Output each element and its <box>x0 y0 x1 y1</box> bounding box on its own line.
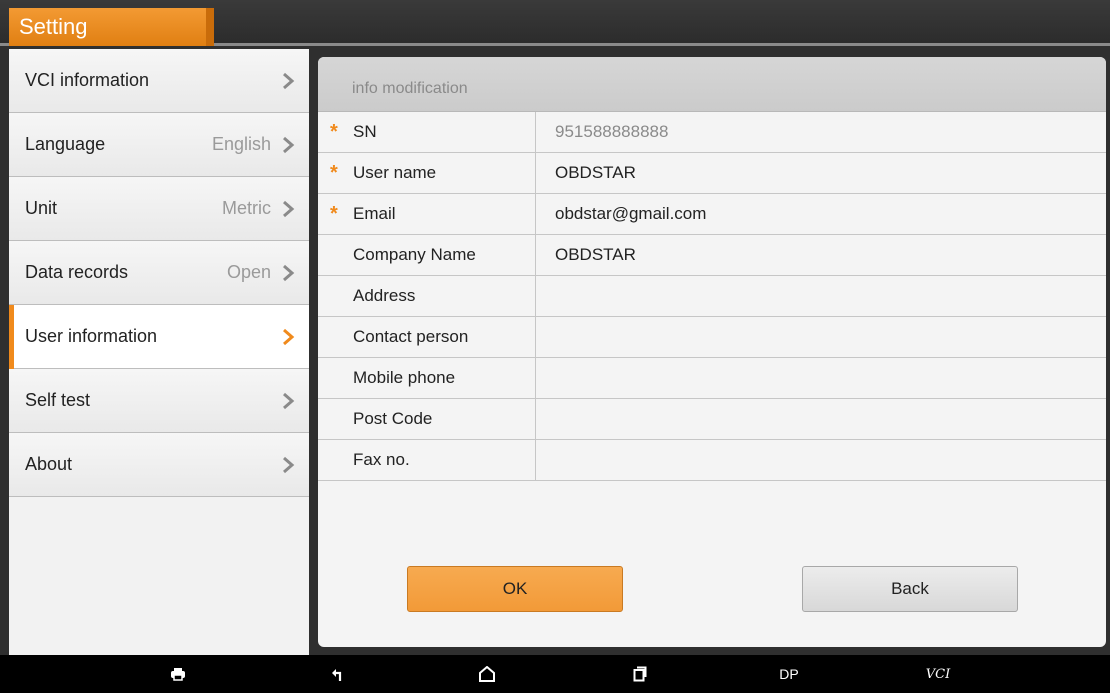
address-field[interactable] <box>536 276 1106 316</box>
sidebar-item-about[interactable]: About <box>9 433 309 497</box>
sn-field: 951588888888 <box>555 122 669 141</box>
field-label-cell: * Email <box>318 194 536 234</box>
settings-sidebar: VCI information Language English Unit Me… <box>9 49 309 655</box>
required-marker: * <box>330 161 338 184</box>
sidebar-item-self-test[interactable]: Self test <box>9 369 309 433</box>
field-label: User name <box>353 163 437 182</box>
required-marker: * <box>330 120 338 143</box>
field-label: Contact person <box>353 327 469 346</box>
field-label-cell: Fax no. <box>318 440 536 480</box>
chevron-right-icon <box>281 264 295 282</box>
form-row-sn: * SN 951588888888 <box>318 112 1106 153</box>
system-navigation-bar: DP VCI <box>0 655 1110 693</box>
field-label-cell: Company Name <box>318 235 536 275</box>
field-label: Email <box>353 204 396 223</box>
form-row-contact-person: Contact person <box>318 317 1106 358</box>
sidebar-item-unit[interactable]: Unit Metric <box>9 177 309 241</box>
field-label: Mobile phone <box>353 368 456 387</box>
chevron-right-icon <box>281 392 295 410</box>
sidebar-item-label: Data records <box>25 262 129 282</box>
field-label: SN <box>353 122 377 141</box>
email-field[interactable]: obdstar@gmail.com <box>536 194 1106 234</box>
page-title: Setting <box>9 8 214 46</box>
chevron-right-icon <box>281 72 295 90</box>
fax-no-field[interactable] <box>536 440 1106 480</box>
form-row-email: * Email obdstar@gmail.com <box>318 194 1106 235</box>
sidebar-item-value: Open <box>226 262 271 282</box>
field-label-cell: Mobile phone <box>318 358 536 398</box>
field-label-cell: Contact person <box>318 317 536 357</box>
sidebar-item-value: Metric <box>222 198 271 218</box>
sidebar-item-user-information[interactable]: User information <box>9 304 309 369</box>
company-name-field[interactable]: OBDSTAR <box>536 235 1106 275</box>
back-icon[interactable] <box>327 655 347 693</box>
chevron-right-icon <box>281 328 295 346</box>
sidebar-item-data-records[interactable]: Data records Open <box>9 241 309 305</box>
field-label: Fax no. <box>353 450 410 469</box>
field-label-cell: Address <box>318 276 536 316</box>
field-label: Post Code <box>353 409 433 428</box>
field-label: Address <box>353 286 416 305</box>
user-name-field[interactable]: OBDSTAR <box>536 153 1106 193</box>
contact-person-field[interactable] <box>536 317 1106 357</box>
sidebar-item-label: VCI information <box>25 70 150 90</box>
home-icon[interactable] <box>476 655 498 693</box>
chevron-right-icon <box>281 200 295 218</box>
sidebar-item-label: User information <box>25 326 158 346</box>
top-bar: Setting <box>0 0 1110 46</box>
form-row-address: Address <box>318 276 1106 317</box>
panel-title: info modification <box>318 57 1106 112</box>
chevron-right-icon <box>281 456 295 474</box>
sidebar-item-value: English <box>211 134 271 154</box>
form-row-fax-no: Fax no. <box>318 440 1106 481</box>
field-label-cell: * SN <box>318 112 536 152</box>
sidebar-item-label: About <box>25 454 73 474</box>
field-label-cell: * User name <box>318 153 536 193</box>
required-marker: * <box>330 202 338 225</box>
sidebar-item-label: Language <box>25 134 106 154</box>
field-label-cell: Post Code <box>318 399 536 439</box>
sidebar-item-label: Self test <box>25 390 91 410</box>
info-modification-panel: info modification * SN 951588888888 * User… <box>318 57 1106 647</box>
form-row-company-name: Company Name OBDSTAR <box>318 235 1106 276</box>
chevron-right-icon <box>281 136 295 154</box>
form-row-user-name: * User name OBDSTAR <box>318 153 1106 194</box>
vci-button[interactable]: VCI <box>918 655 958 693</box>
form-row-mobile-phone: Mobile phone <box>318 358 1106 399</box>
active-indicator <box>9 304 14 369</box>
sidebar-item-language[interactable]: Language English <box>9 113 309 177</box>
form-row-post-code: Post Code <box>318 399 1106 440</box>
mobile-phone-field[interactable] <box>536 358 1106 398</box>
recents-icon[interactable] <box>629 655 651 693</box>
ok-button[interactable]: OK <box>407 566 623 612</box>
dp-button[interactable]: DP <box>772 655 806 693</box>
sidebar-item-vci-information[interactable]: VCI information <box>9 49 309 113</box>
sidebar-item-label: Unit <box>25 198 58 218</box>
field-label: Company Name <box>353 245 476 264</box>
back-button[interactable]: Back <box>802 566 1018 612</box>
printer-icon[interactable] <box>166 655 190 693</box>
post-code-field[interactable] <box>536 399 1106 439</box>
